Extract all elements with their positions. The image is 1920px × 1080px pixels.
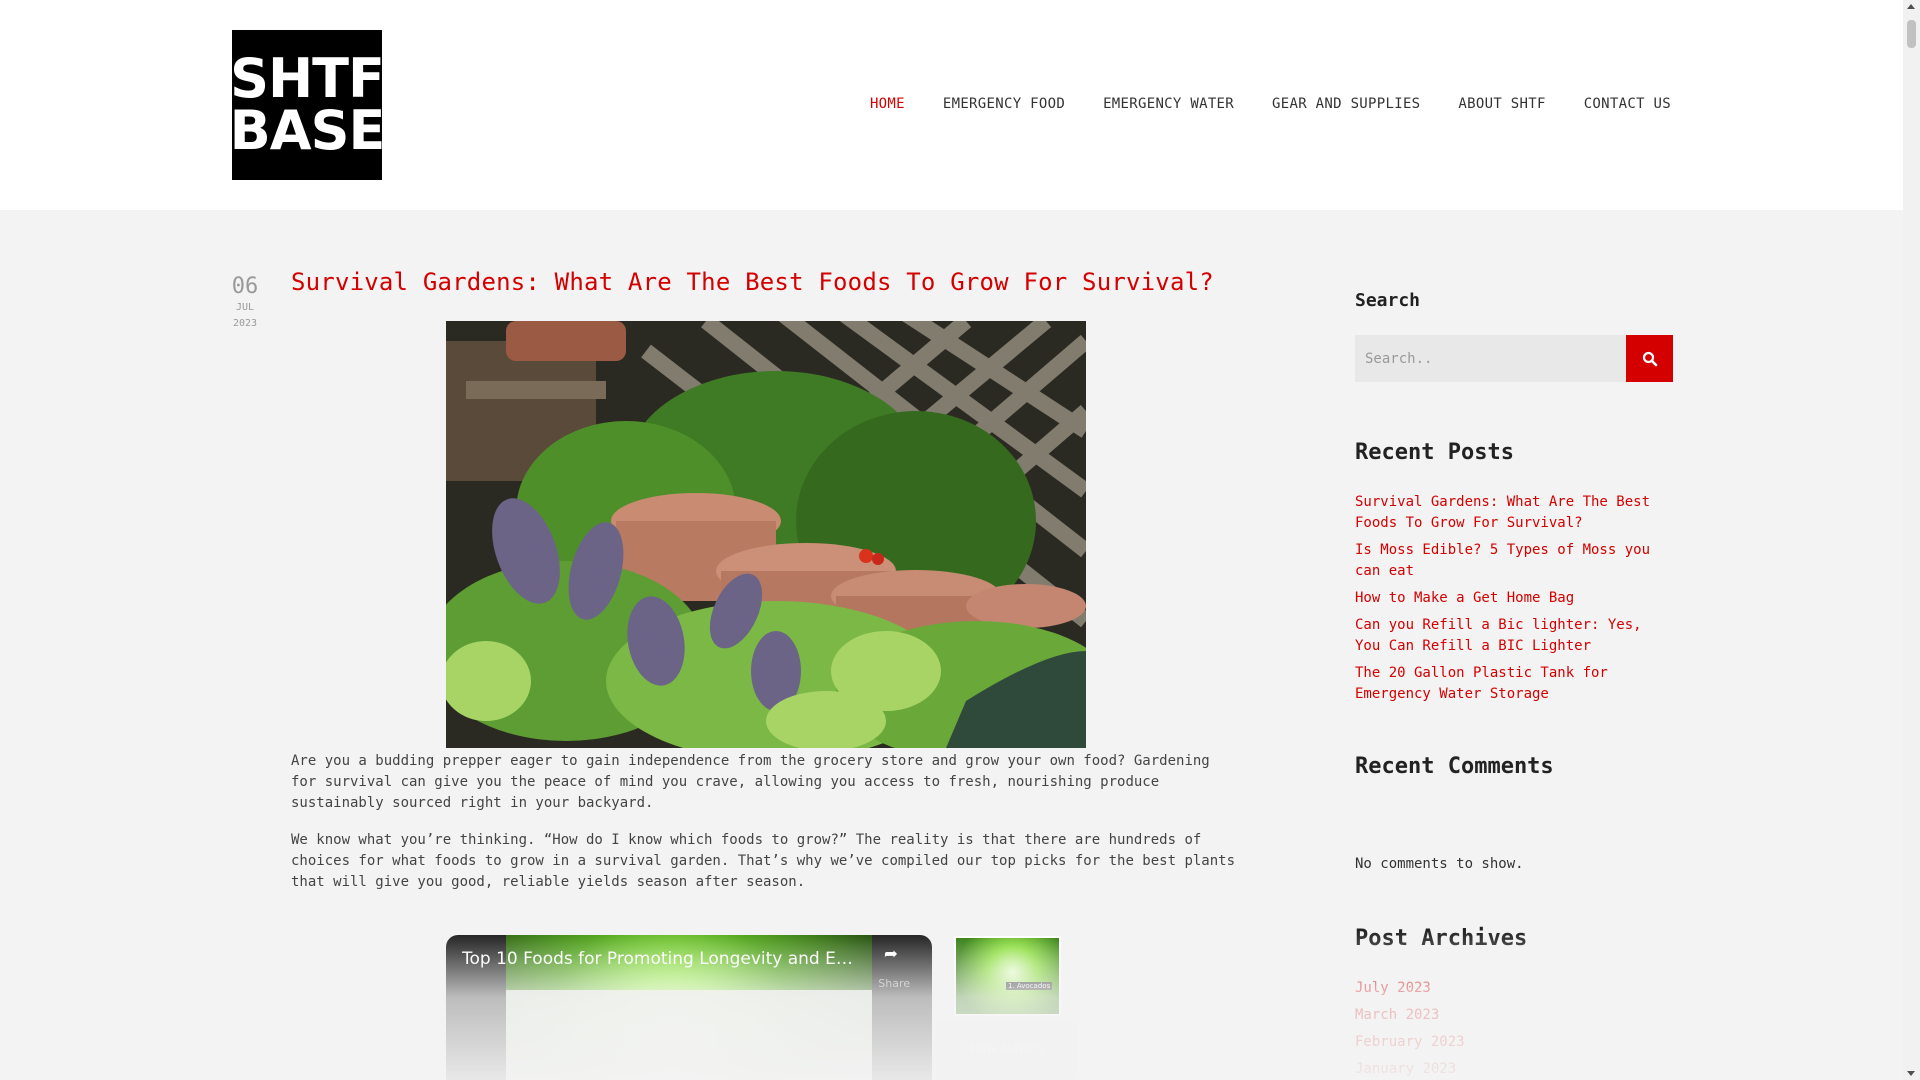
search-form: [1355, 335, 1673, 382]
recent-comments-title: Recent Comments: [1355, 754, 1554, 779]
share-icon[interactable]: ➦: [878, 943, 904, 969]
logo-line-1: SHTF: [230, 47, 385, 110]
post-archives-title: Post Archives: [1355, 926, 1528, 951]
nav-home[interactable]: HOME: [870, 96, 905, 112]
list-item: How to Make a Get Home Bag: [1355, 588, 1673, 609]
nav-emergency-food[interactable]: EMERGENCY FOOD: [943, 96, 1065, 112]
list-item: March 2023: [1355, 1002, 1465, 1029]
now-playing-panel: Now Playing: [936, 1020, 1078, 1080]
share-label[interactable]: Share: [878, 977, 910, 990]
video-overlay: [506, 990, 872, 1080]
site-logo[interactable]: SHTF BASE: [229, 30, 386, 180]
scroll-down-arrow-icon[interactable]: [1907, 1071, 1915, 1076]
nav-about-shtf[interactable]: ABOUT SHTF: [1458, 96, 1545, 112]
post-date-day: 06: [231, 274, 259, 299]
recent-post-link[interactable]: Can you Refill a Bic lighter: Yes, You C…: [1355, 617, 1642, 654]
search-widget-title: Search: [1355, 290, 1421, 311]
youtube-video-embed[interactable]: Top 10 Foods for Promoting Longevity and…: [446, 935, 932, 1080]
nav-contact-us[interactable]: CONTACT US: [1584, 96, 1671, 112]
logo-line-2: BASE: [229, 99, 386, 162]
recent-post-link[interactable]: The 20 Gallon Plastic Tank for Emergency…: [1355, 665, 1608, 702]
archive-link[interactable]: March 2023: [1355, 1007, 1439, 1023]
archive-list: July 2023 March 2023 February 2023 Janua…: [1355, 975, 1465, 1080]
recent-posts-list: Survival Gardens: What Are The Best Food…: [1355, 492, 1673, 711]
main-nav: HOME EMERGENCY FOOD EMERGENCY WATER GEAR…: [870, 96, 1671, 112]
sidebar: Search Recent Posts Survival Gardens: Wh…: [1355, 290, 1673, 1077]
nav-emergency-water[interactable]: EMERGENCY WATER: [1103, 96, 1234, 112]
post-body: Are you a budding prepper eager to gain …: [291, 748, 1241, 909]
list-item: July 2023: [1355, 975, 1465, 1002]
archive-link[interactable]: February 2023: [1355, 1034, 1465, 1050]
list-item: January 2023: [1355, 1056, 1465, 1080]
no-comments-text: No comments to show.: [1355, 856, 1524, 872]
search-button[interactable]: [1626, 335, 1673, 382]
list-item: Is Moss Edible? 5 Types of Moss you can …: [1355, 540, 1673, 582]
nav-gear-and-supplies[interactable]: GEAR AND SUPPLIES: [1272, 96, 1420, 112]
scroll-up-arrow-icon[interactable]: [1907, 4, 1915, 9]
list-item: February 2023: [1355, 1029, 1465, 1056]
post-date: 06 JUL 2023: [230, 274, 260, 332]
list-item: Survival Gardens: What Are The Best Food…: [1355, 492, 1673, 534]
page-scrollbar[interactable]: [1903, 0, 1920, 1080]
search-icon: [1642, 351, 1657, 366]
video-playlist-thumbnail[interactable]: 1. Avocados: [954, 936, 1061, 1016]
post-date-month: JUL: [235, 302, 255, 313]
playlist-thumb-label: 1. Avocados: [1006, 982, 1053, 990]
recent-posts-title: Recent Posts: [1355, 440, 1514, 465]
post-featured-image: [446, 321, 1086, 748]
search-input[interactable]: [1355, 335, 1626, 382]
archive-link[interactable]: July 2023: [1355, 980, 1431, 996]
list-item: Can you Refill a Bic lighter: Yes, You C…: [1355, 615, 1673, 657]
post-paragraph: Are you a budding prepper eager to gain …: [291, 753, 1210, 811]
recent-post-link[interactable]: Survival Gardens: What Are The Best Food…: [1355, 494, 1650, 531]
recent-post-link[interactable]: Is Moss Edible? 5 Types of Moss you can …: [1355, 542, 1650, 579]
site-header: SHTF BASE HOME EMERGENCY FOOD EMERGENCY …: [0, 0, 1903, 210]
recent-post-link[interactable]: How to Make a Get Home Bag: [1355, 590, 1574, 606]
scroll-thumb[interactable]: [1907, 20, 1916, 48]
archive-link[interactable]: January 2023: [1355, 1061, 1456, 1077]
post-date-year: 2023: [232, 318, 258, 329]
garden-photo: [446, 321, 1086, 748]
list-item: The 20 Gallon Plastic Tank for Emergency…: [1355, 663, 1673, 705]
post-title[interactable]: Survival Gardens: What Are The Best Food…: [291, 268, 1214, 296]
video-title[interactable]: Top 10 Foods for Promoting Longevity and…: [462, 949, 862, 969]
post-paragraph: We know what you’re thinking. “How do I …: [291, 832, 1236, 890]
